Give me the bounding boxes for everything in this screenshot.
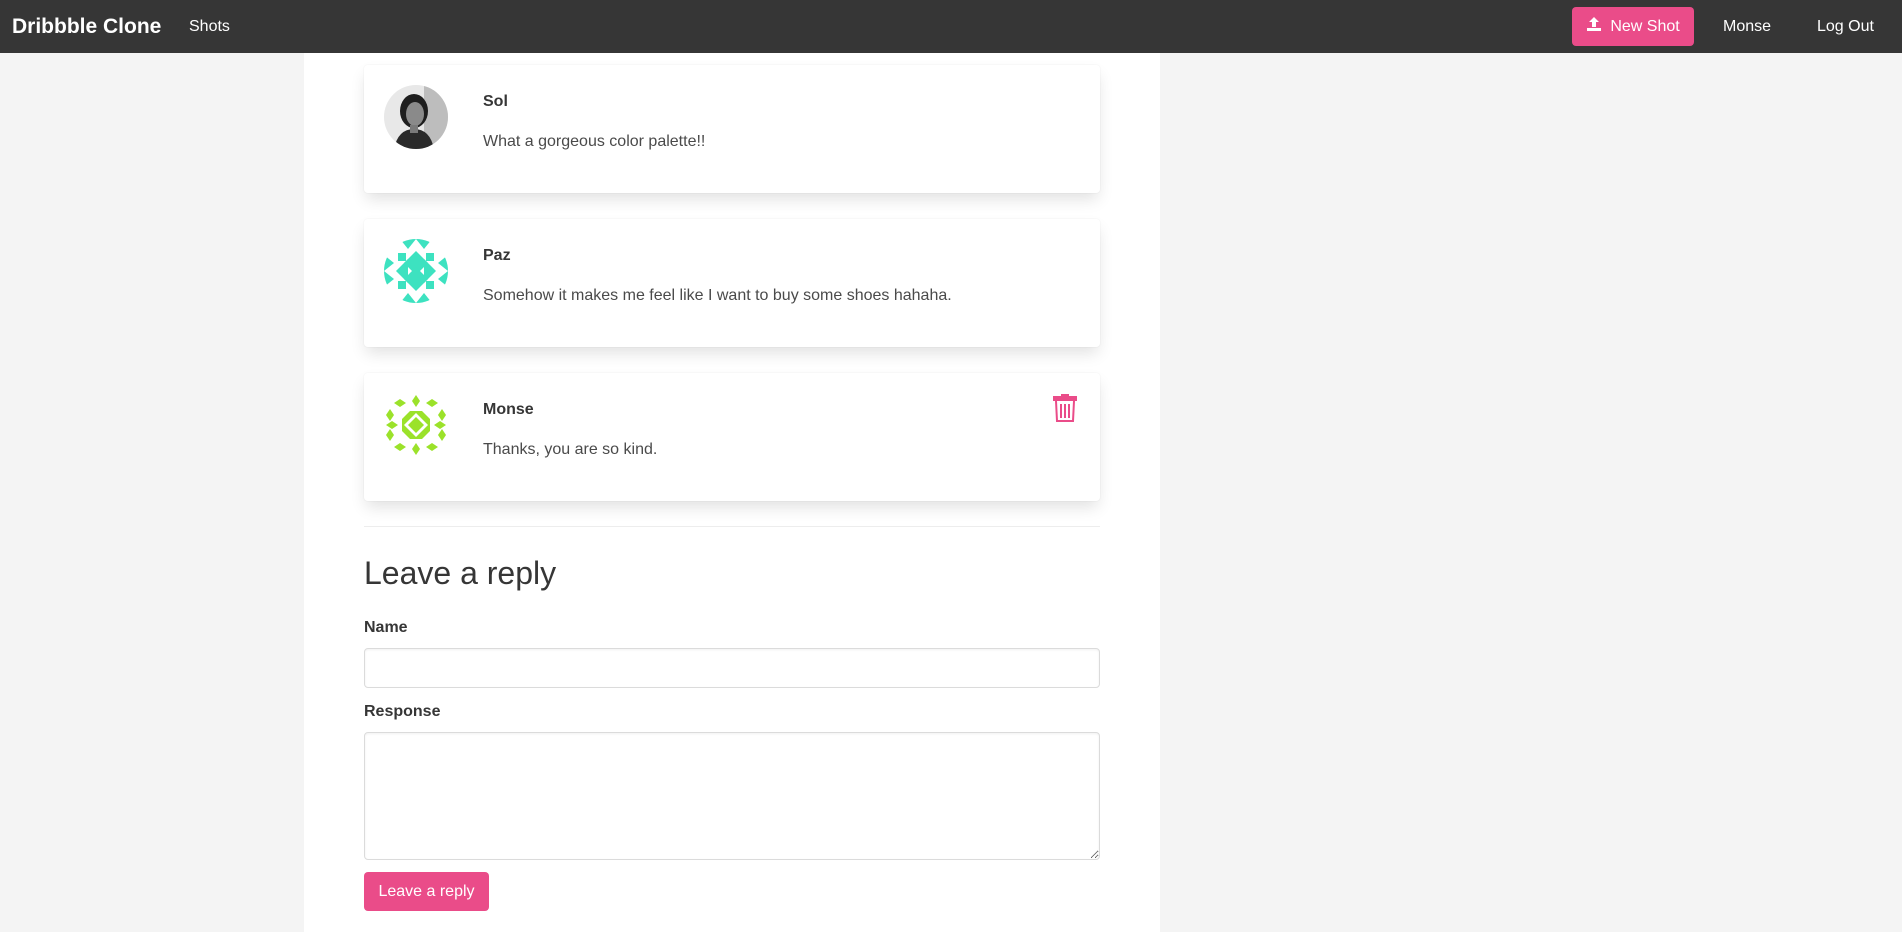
trash-icon[interactable] [1052, 393, 1078, 423]
top-navbar: Dribbble Clone Shots New Shot Monse Log … [0, 0, 1902, 53]
new-shot-label: New Shot [1610, 17, 1680, 35]
comment-text: What a gorgeous color palette!! [483, 133, 706, 150]
nav-logout-link[interactable]: Log Out [1817, 0, 1874, 53]
comment-author: Sol [483, 93, 508, 110]
response-textarea[interactable] [364, 732, 1100, 860]
main-column: Sol What a gorgeous color palette!! Paz … [304, 53, 1160, 932]
name-input[interactable] [364, 648, 1100, 688]
new-shot-button[interactable]: New Shot [1572, 7, 1694, 46]
brand-logo[interactable]: Dribbble Clone [12, 0, 161, 53]
user-photo-avatar [384, 85, 448, 149]
upload-icon [1586, 16, 1602, 37]
response-label: Response [364, 703, 441, 720]
nav-user-link[interactable]: Monse [1723, 0, 1771, 53]
comment-author: Monse [483, 401, 534, 418]
name-label: Name [364, 619, 408, 636]
comment-text: Somehow it makes me feel like I want to … [483, 287, 952, 304]
nav-shots-link[interactable]: Shots [189, 0, 230, 53]
comment-card: Paz Somehow it makes me feel like I want… [364, 219, 1100, 347]
comment-text: Thanks, you are so kind. [483, 441, 658, 458]
comment-card: Sol What a gorgeous color palette!! [364, 65, 1100, 193]
comment-author: Paz [483, 247, 511, 264]
teal-identicon-avatar [384, 239, 448, 303]
comment-card: Monse Thanks, you are so kind. [364, 373, 1100, 501]
section-divider [364, 526, 1100, 527]
leave-reply-button[interactable]: Leave a reply [364, 872, 489, 911]
reply-heading: Leave a reply [364, 555, 557, 591]
green-identicon-avatar [384, 393, 448, 457]
